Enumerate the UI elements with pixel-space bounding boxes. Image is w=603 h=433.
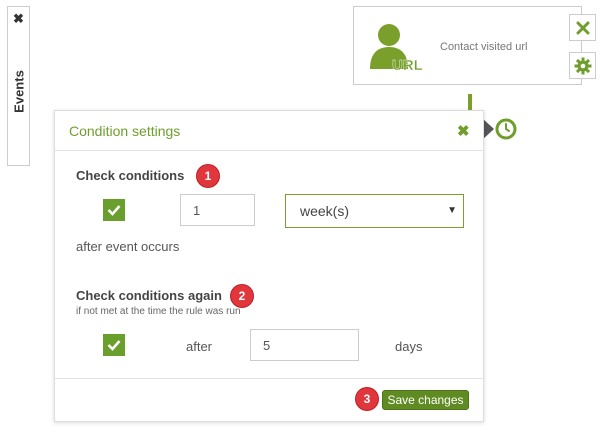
checkmark-icon	[107, 205, 121, 216]
dialog-header: Condition settings ✖	[55, 111, 483, 151]
step-badge-1: 1	[197, 165, 219, 187]
events-close-icon[interactable]: ✖	[8, 12, 29, 26]
check-conditions-title: Check conditions	[76, 168, 185, 183]
after-event-text: after event occurs	[76, 239, 180, 254]
step-badge-3: 3	[356, 388, 378, 410]
condition-settings-dialog: Condition settings ✖ Check conditions 1 …	[54, 110, 484, 422]
check-again-subtitle: if not met at the time the rule was run	[76, 306, 241, 317]
node-close-button[interactable]	[569, 14, 596, 41]
check-conditions-checkbox[interactable]	[103, 199, 125, 221]
checkmark-icon	[107, 340, 121, 351]
check-again-title: Check conditions again	[76, 288, 222, 303]
step-badge-2: 2	[231, 285, 253, 307]
days-label: days	[395, 339, 423, 354]
node-settings-button[interactable]	[569, 52, 596, 79]
flow-node[interactable]: URL Contact visited url	[353, 6, 582, 85]
check-again-amount-input[interactable]: 5	[250, 329, 359, 361]
events-panel: ✖ Events	[7, 6, 30, 166]
chevron-down-icon: ▼	[447, 205, 457, 216]
user-url-icon: URL	[370, 24, 423, 71]
dialog-title: Condition settings	[69, 123, 181, 139]
check-again-checkbox[interactable]	[103, 334, 125, 356]
clock-icon[interactable]	[495, 118, 517, 140]
gear-icon	[574, 57, 591, 74]
dialog-footer-divider	[55, 378, 483, 379]
events-panel-label[interactable]: Events	[12, 62, 27, 122]
node-description: Contact visited url	[440, 41, 528, 53]
dialog-close-icon[interactable]: ✖	[457, 122, 470, 140]
time-unit-select[interactable]: week(s) ▼	[285, 194, 464, 228]
check-conditions-amount-input[interactable]: 1	[180, 194, 255, 226]
url-icon-text: URL	[392, 57, 423, 71]
time-unit-selected: week(s)	[300, 203, 350, 219]
close-icon	[576, 21, 589, 34]
after-label: after	[186, 339, 213, 354]
save-changes-button[interactable]: Save changes	[382, 390, 469, 410]
